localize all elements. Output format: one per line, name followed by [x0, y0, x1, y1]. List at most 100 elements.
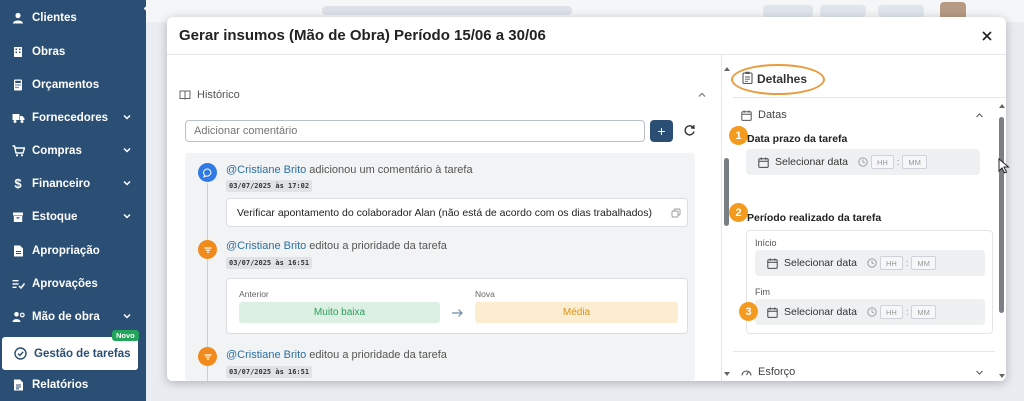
- event-user[interactable]: @Cristiane Brito: [226, 349, 306, 361]
- minute-input[interactable]: MM: [911, 305, 936, 319]
- event-description: @Cristiane Brito editou a prioridade da …: [226, 240, 447, 252]
- scroll-down-icon[interactable]: [998, 373, 1006, 379]
- sidebar-item-mao-de-obra[interactable]: Mão de obra: [0, 300, 146, 333]
- sidebar-item-label: Financeiro: [32, 177, 91, 190]
- event-description: @Cristiane Brito adicionou um comentário…: [226, 164, 473, 176]
- dates-section-header[interactable]: Datas: [741, 109, 787, 121]
- highlight-ellipse: [731, 64, 825, 95]
- select-date-text: Selecionar data: [784, 257, 857, 269]
- sidebar-item-relatorios[interactable]: Relatórios: [0, 368, 146, 401]
- comment-icon: [198, 163, 217, 182]
- comment-input[interactable]: [185, 120, 645, 142]
- chevron-up-icon[interactable]: [975, 111, 984, 120]
- history-timeline: @Cristiane Brito adicionou um comentário…: [185, 153, 695, 381]
- chevron-up-icon[interactable]: [697, 90, 707, 100]
- dates-section-title: Datas: [758, 109, 787, 121]
- building-icon: [10, 44, 26, 60]
- minute-input[interactable]: MM: [911, 256, 936, 270]
- scrollbar-thumb[interactable]: [724, 158, 729, 226]
- history-section-header[interactable]: Histórico: [179, 89, 240, 101]
- due-date-field[interactable]: Selecionar data HH : MM: [746, 149, 980, 175]
- sidebar-item-label: Mão de obra: [32, 310, 100, 323]
- document-icon: [10, 243, 26, 259]
- step-marker-3: 3: [739, 302, 758, 321]
- task-modal: Gerar insumos (Mão de Obra) Período 15/0…: [167, 17, 1006, 381]
- sidebar-item-obras[interactable]: Obras: [0, 35, 146, 68]
- sidebar-item-label: Fornecedores: [32, 111, 109, 124]
- chevron-down-icon[interactable]: [975, 368, 984, 377]
- sidebar-item-label: Apropriação: [32, 244, 100, 257]
- effort-section-title: Esforço: [758, 366, 796, 378]
- new-priority-value: Média: [475, 302, 678, 323]
- scroll-up-icon[interactable]: [723, 66, 731, 72]
- history-title: Histórico: [197, 89, 240, 101]
- hour-input[interactable]: HH: [870, 155, 894, 169]
- refresh-icon[interactable]: [683, 124, 696, 137]
- select-date-text: Selecionar data: [775, 156, 848, 168]
- sidebar-item-apropriacao[interactable]: Apropriação: [0, 234, 146, 267]
- section-divider: [733, 351, 995, 352]
- start-date-field[interactable]: Selecionar data HH : MM: [755, 250, 985, 276]
- sidebar-item-gestao-de-tarefas[interactable]: Gestão de tarefas: [2, 337, 138, 370]
- sidebar-item-orcamentos[interactable]: Orçamentos: [0, 68, 146, 101]
- calendar-icon: [741, 110, 752, 121]
- history-pane: Histórico + @Cristiane Brito adicionou u…: [167, 55, 722, 381]
- previous-label: Anterior: [239, 289, 269, 299]
- end-date-field[interactable]: Selecionar data HH : MM: [755, 299, 985, 325]
- report-icon: [10, 377, 26, 393]
- hour-input[interactable]: HH: [879, 256, 903, 270]
- time-separator: :: [905, 307, 909, 317]
- sidebar-item-fornecedores[interactable]: Fornecedores: [0, 101, 146, 134]
- event-action: editou a prioridade da tarefa: [306, 349, 447, 361]
- event-action: adicionou um comentário à tarefa: [306, 164, 473, 176]
- gauge-icon: [741, 369, 752, 376]
- person-icon: [10, 10, 26, 26]
- event-date: 03/07/2025 às 16:51: [226, 257, 313, 269]
- event-date: 03/07/2025 às 17:02: [226, 180, 313, 192]
- calculator-icon: [10, 77, 26, 93]
- details-pane: Detalhes Datas 1 Data prazo da tarefa Se…: [729, 55, 1006, 381]
- event-user[interactable]: @Cristiane Brito: [226, 240, 306, 252]
- event-user[interactable]: @Cristiane Brito: [226, 164, 306, 176]
- sidebar-item-estoque[interactable]: Estoque: [0, 200, 146, 233]
- start-label: Início: [755, 238, 777, 248]
- new-label: Nova: [475, 289, 495, 299]
- effort-section-header[interactable]: Esforço: [741, 366, 795, 378]
- details-scrollbar[interactable]: [997, 103, 1006, 381]
- priority-icon: [198, 347, 217, 366]
- minute-input[interactable]: MM: [902, 155, 927, 169]
- close-icon[interactable]: [980, 29, 994, 43]
- add-comment-button[interactable]: +: [650, 120, 673, 142]
- checklist-icon: [10, 276, 26, 292]
- cart-icon: [10, 143, 26, 159]
- background-pill: [763, 5, 813, 17]
- previous-priority-value: Muito baixa: [239, 302, 440, 323]
- time-separator: :: [905, 258, 909, 268]
- chevron-down-icon: [123, 147, 131, 153]
- modal-title: Gerar insumos (Mão de Obra) Período 15/0…: [179, 27, 546, 44]
- scroll-down-icon[interactable]: [723, 371, 731, 377]
- hour-input[interactable]: HH: [879, 305, 903, 319]
- dollar-icon: $: [14, 176, 22, 191]
- step-marker-1: 1: [729, 126, 748, 145]
- sidebar-item-financeiro[interactable]: $ Financeiro: [0, 167, 146, 200]
- chevron-down-icon: [123, 313, 131, 319]
- sidebar-item-label: Estoque: [32, 210, 78, 223]
- people-gear-icon: [10, 309, 26, 325]
- priority-change-card: Anterior Nova Muito baixa Média: [226, 278, 688, 334]
- clock-icon: [867, 258, 877, 268]
- calendar-icon: [767, 258, 778, 269]
- chevron-down-icon: [123, 213, 131, 219]
- truck-icon: [10, 110, 26, 126]
- copy-icon[interactable]: [671, 208, 681, 218]
- scroll-up-icon[interactable]: [998, 103, 1006, 109]
- scrollbar-thumb[interactable]: [999, 117, 1004, 313]
- event-description: @Cristiane Brito editou a prioridade da …: [226, 349, 447, 361]
- event-date: 03/07/2025 às 16:51: [226, 366, 313, 378]
- sidebar-item-aprovacoes[interactable]: Aprovações: [0, 267, 146, 300]
- sidebar-item-label: Compras: [32, 144, 82, 157]
- chevron-down-icon: [123, 180, 131, 186]
- sidebar-item-compras[interactable]: Compras: [0, 134, 146, 167]
- sidebar-item-clientes[interactable]: Clientes: [0, 1, 146, 34]
- details-header: Detalhes: [731, 55, 1006, 98]
